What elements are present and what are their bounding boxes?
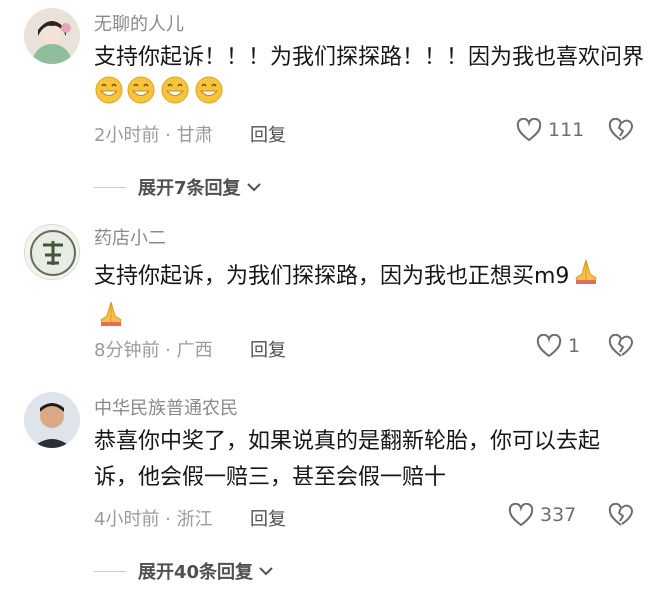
like-button[interactable]: 111 [516, 118, 584, 142]
heart-icon [508, 503, 534, 527]
like-count: 111 [548, 119, 585, 141]
avatar[interactable] [24, 224, 80, 280]
comment-text-body: 支持你起诉！！！为我们探探路！！！因为我也喜欢问界 [94, 45, 645, 70]
reply-button[interactable]: 回复 [250, 336, 286, 362]
grin-emoji [158, 76, 192, 116]
like-button[interactable]: 337 [508, 503, 576, 527]
comment-text-body: 支持你起诉，为我们探探路，因为我也正想买m9 [94, 264, 570, 289]
reply-button[interactable]: 回复 [250, 121, 286, 147]
comment-meta: 4小时前 · 浙江 [94, 509, 213, 530]
comment-text: 恭喜你中奖了，如果说真的是翻新轮胎，你可以去起诉，他会假一赔三，甚至会假一赔十 [94, 429, 601, 490]
expand-replies-label: 展开40条回复 [138, 562, 254, 583]
chevron-down-icon [259, 567, 273, 576]
username[interactable]: 无聊的人儿 [94, 10, 184, 36]
avatar[interactable] [24, 392, 80, 448]
dislike-button[interactable] [608, 502, 634, 531]
dislike-button[interactable] [608, 117, 634, 146]
pray-emoji [94, 298, 128, 340]
expand-replies-label: 展开7条回复 [138, 178, 241, 199]
like-count: 1 [568, 335, 581, 357]
username[interactable]: 中华民族普通农民 [94, 394, 238, 420]
grin-emoji [124, 76, 158, 116]
heart-icon [536, 334, 562, 358]
comment-meta: 2小时前 · 甘肃 [94, 125, 213, 146]
like-button[interactable]: 1 [536, 334, 580, 358]
reply-button[interactable]: 回复 [250, 505, 286, 531]
broken-heart-icon [608, 117, 634, 141]
comment-text: 支持你起诉，为我们探探路，因为我也正想买m9 [94, 256, 644, 340]
chevron-down-icon [246, 183, 261, 192]
heart-icon [516, 118, 542, 142]
expand-replies-button[interactable]: 展开7条回复 [94, 174, 263, 200]
avatar[interactable] [24, 8, 80, 64]
grin-emoji [94, 76, 124, 116]
comment-text: 支持你起诉！！！为我们探探路！！！因为我也喜欢问界 [94, 40, 644, 116]
grin-emoji [192, 76, 226, 116]
comment-meta: 8分钟前 · 广西 [94, 340, 213, 361]
dislike-button[interactable] [608, 333, 634, 362]
pray-emoji [569, 256, 603, 298]
broken-heart-icon [608, 333, 634, 357]
divider [94, 186, 126, 188]
username[interactable]: 药店小二 [94, 224, 166, 250]
expand-replies-button[interactable]: 展开40条回复 [94, 558, 275, 584]
divider [94, 570, 126, 572]
broken-heart-icon [608, 502, 634, 526]
like-count: 337 [540, 504, 577, 526]
